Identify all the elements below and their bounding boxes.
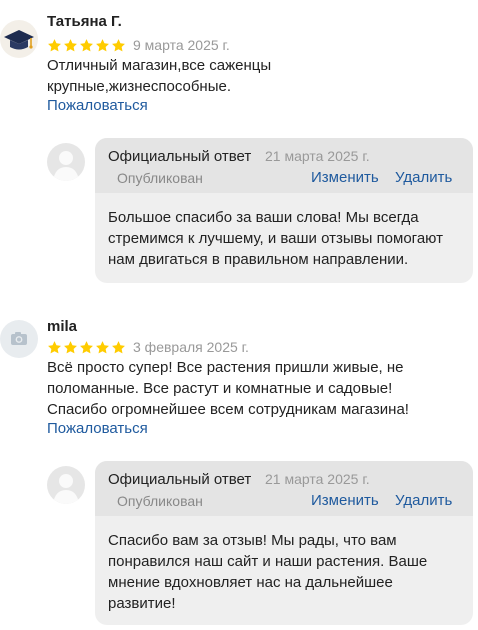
review-date: 9 марта 2025 г.: [133, 37, 230, 53]
review-text-line: Всё просто супер! Все растения пришли жи…: [47, 359, 404, 376]
reply-title: Официальный ответ: [108, 148, 252, 165]
reply-text-line: развитие!: [108, 595, 176, 612]
complain-link[interactable]: Пожаловаться: [47, 97, 148, 114]
reply-text: Спасибо вам за отзыв! Мы рады, что вам п…: [95, 516, 473, 628]
reply-header: Официальный ответ 21 марта 2025 г. Опубл…: [95, 461, 473, 516]
star-icon: [96, 38, 109, 51]
star-icon: [48, 38, 61, 51]
graduation-cap-icon: [4, 30, 34, 50]
star-icon: [80, 38, 93, 51]
reply-status: Опубликован: [117, 493, 203, 509]
star-icon: [64, 38, 77, 51]
review-text-line: Спасибо огромнейшее всем сотрудникам маг…: [47, 401, 409, 418]
reply-status: Опубликован: [117, 170, 203, 186]
review-text: Всё просто супер! Все растения пришли жи…: [47, 357, 477, 420]
edit-reply-button[interactable]: Изменить: [311, 169, 379, 186]
reply-date: 21 марта 2025 г.: [265, 471, 370, 487]
reviewer-name[interactable]: Татьяна Г.: [47, 13, 122, 30]
reviewer-name[interactable]: mila: [47, 318, 77, 335]
star-icon: [96, 340, 109, 353]
reply-text-line: нам двигаться в правильном направлении.: [108, 251, 409, 268]
review-date: 3 февраля 2025 г.: [133, 339, 249, 355]
official-reply: Официальный ответ 21 марта 2025 г. Опубл…: [95, 138, 473, 283]
reply-title: Официальный ответ: [108, 471, 252, 488]
reply-text-line: мнение вдохновляет нас на дальнейшее: [108, 574, 393, 591]
reply-text: Большое спасибо за ваши слова! Мы всегда…: [95, 193, 473, 284]
official-reply: Официальный ответ 21 марта 2025 г. Опубл…: [95, 461, 473, 625]
complain-link[interactable]: Пожаловаться: [47, 420, 148, 437]
reviewer-avatar: [0, 320, 38, 358]
edit-reply-button[interactable]: Изменить: [311, 492, 379, 509]
review-text: Отличный магазин,все саженцы крупные,жиз…: [47, 55, 467, 97]
rating-row: 3 февраля 2025 г.: [47, 338, 249, 356]
star-rating: [47, 340, 126, 355]
delete-reply-button[interactable]: Удалить: [395, 169, 452, 186]
reply-text-line: стремимся к лучшему, и ваши отзывы помог…: [108, 230, 443, 247]
reply-avatar: [47, 143, 85, 181]
camera-icon: [11, 332, 27, 345]
reply-text-line: понравился наш сайт и наши растения. Ваш…: [108, 553, 428, 570]
reviewer-avatar: [0, 20, 38, 58]
delete-reply-button[interactable]: Удалить: [395, 492, 452, 509]
user-silhouette-icon: [53, 151, 79, 181]
review-text-line: Отличный магазин,все саженцы: [47, 57, 272, 74]
star-icon: [64, 340, 77, 353]
reply-header: Официальный ответ 21 марта 2025 г. Опубл…: [95, 138, 473, 193]
reply-text-line: Большое спасибо за ваши слова! Мы всегда: [108, 209, 419, 226]
star-icon: [48, 340, 61, 353]
star-icon: [112, 340, 125, 353]
rating-row: 9 марта 2025 г.: [47, 36, 230, 54]
star-rating: [47, 38, 126, 53]
star-icon: [80, 340, 93, 353]
review-text-line: поломанные. Все растут и комнатные и сад…: [47, 380, 393, 397]
reply-date: 21 марта 2025 г.: [265, 148, 370, 164]
reply-avatar: [47, 466, 85, 504]
star-icon: [112, 38, 125, 51]
review-text-line: крупные,жизнеспособные.: [47, 78, 231, 95]
user-silhouette-icon: [53, 474, 79, 504]
reply-text-line: Спасибо вам за отзыв! Мы рады, что вам: [108, 532, 397, 549]
